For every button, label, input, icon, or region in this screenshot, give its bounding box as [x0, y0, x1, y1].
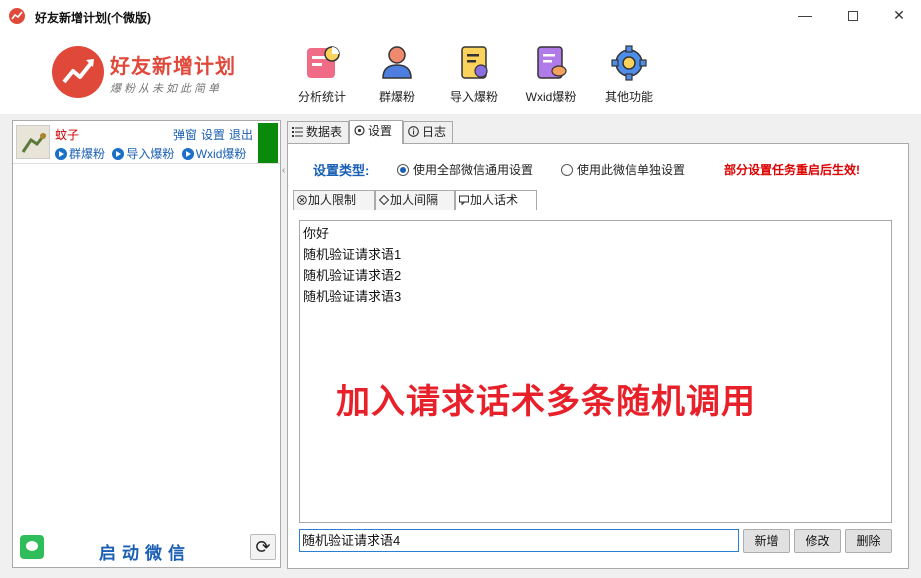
group-boost-link[interactable]: 群爆粉 [55, 145, 105, 162]
subtab-add-interval[interactable]: 加人间隔 [375, 190, 455, 210]
account-list-panel: 蚊子 弹窗 设置 退出 群爆粉 导入爆粉 Wxid爆粉 启动微信 ⟳ [12, 120, 281, 568]
refresh-icon: ⟳ [255, 537, 271, 557]
radio-use-global-settings[interactable]: 使用全部微信通用设置 [397, 161, 533, 178]
add-button[interactable]: 新增 [743, 529, 790, 553]
settings-icon [354, 122, 365, 136]
tab-data-table-label: 数据表 [306, 125, 343, 139]
tab-data-table[interactable]: 数据表 [287, 121, 349, 143]
subtab-add-script[interactable]: 加人话术 [455, 190, 537, 210]
list-item[interactable]: 你好 [303, 223, 888, 244]
tool-analytics-label: 分析统计 [297, 90, 346, 104]
tool-import-boost-label: 导入爆粉 [449, 90, 498, 104]
import-boost-link[interactable]: 导入爆粉 [112, 145, 174, 162]
tool-import-boost[interactable]: 导入爆粉 [439, 44, 509, 105]
group-boost-link-label: 群爆粉 [69, 147, 106, 161]
minimize-button[interactable]: — [782, 0, 828, 32]
list-item[interactable]: 随机验证请求语1 [303, 244, 888, 265]
setting-type-label: 设置类型: [313, 163, 370, 178]
account-boost-links: 群爆粉 导入爆粉 Wxid爆粉 [55, 145, 250, 162]
wxid-boost-link[interactable]: Wxid爆粉 [181, 145, 247, 162]
maximize-icon [848, 11, 858, 22]
chart-doc-icon [302, 44, 342, 82]
title-bar: 好友新增计划(个微版) — ✕ [0, 0, 921, 32]
subtab-add-limit[interactable]: 加人限制 [293, 190, 375, 210]
account-name: 蚊子 [55, 128, 80, 142]
close-circle-icon [297, 195, 307, 205]
overlay-caption: 加入请求话术多条随机调用 [336, 383, 756, 421]
tool-other-functions-label: 其他功能 [604, 90, 653, 104]
tool-group-boost[interactable]: 群爆粉 [362, 44, 432, 105]
brand-title: 好友新增计划 [110, 56, 236, 78]
list-icon [292, 123, 303, 137]
wxid-boost-link-label: Wxid爆粉 [195, 147, 247, 161]
subtab-add-script-label: 加人话术 [470, 193, 519, 207]
avatar [16, 125, 50, 159]
list-item[interactable]: 随机验证请求语2 [303, 265, 888, 286]
radio-use-individual-settings[interactable]: 使用此微信单独设置 [561, 161, 685, 178]
play-icon [55, 148, 67, 160]
delete-button[interactable]: 删除 [845, 529, 892, 553]
brand-slogan: 爆粉从未如此简单 [110, 83, 222, 95]
greeting-messages-list[interactable]: 你好 随机验证请求语1 随机验证请求语2 随机验证请求语3 加入请求话术多条随机… [299, 220, 892, 523]
account-row[interactable]: 蚊子 弹窗 设置 退出 群爆粉 导入爆粉 Wxid爆粉 [13, 121, 280, 164]
radio-use-global-settings-label: 使用全部微信通用设置 [413, 163, 534, 177]
subtab-add-interval-label: 加人间隔 [390, 193, 439, 207]
start-wechat-button[interactable]: 启动微信 [99, 539, 191, 564]
logout-link[interactable]: 退出 [229, 128, 253, 142]
radio-circle-checked [397, 164, 409, 176]
refresh-button[interactable]: ⟳ [250, 534, 276, 560]
user-icon [377, 44, 417, 82]
tool-analytics[interactable]: 分析统计 [287, 44, 357, 105]
play-icon [181, 148, 194, 160]
app-logo-icon [9, 8, 25, 24]
settings-link[interactable]: 设置 [201, 128, 225, 142]
message-icon [459, 195, 469, 205]
play-icon [112, 148, 125, 160]
list-item[interactable]: 随机验证请求语3 [303, 286, 888, 307]
import-boost-link-label: 导入爆粉 [126, 147, 175, 161]
tab-log-label: 日志 [422, 125, 447, 139]
tool-wxid-boost[interactable]: Wxid爆粉 [516, 44, 586, 105]
tab-settings[interactable]: 设置 [349, 120, 403, 144]
import-doc-icon [454, 44, 494, 82]
restart-warning: 部分设置任务重启后生效! [724, 163, 860, 177]
brand-logo-icon [52, 46, 104, 98]
subtab-add-limit-label: 加人限制 [308, 193, 357, 207]
account-actions: 弹窗 设置 退出 [173, 126, 257, 143]
tool-group-boost-label: 群爆粉 [378, 90, 415, 104]
settings-panel: 设置类型: 使用全部微信通用设置 使用此微信单独设置 部分设置任务重启后生效! … [287, 143, 909, 569]
tab-settings-label: 设置 [368, 124, 393, 138]
chat-doc-icon [531, 44, 571, 82]
info-icon [408, 123, 419, 137]
header-toolbar: 好友新增计划 爆粉从未如此简单 分析统计 群爆粉 导入爆粉 Wxid爆粉 其他功… [0, 32, 921, 114]
gear-icon [609, 44, 649, 82]
popup-link[interactable]: 弹窗 [173, 128, 197, 142]
online-status-indicator [258, 123, 278, 163]
tool-other-functions[interactable]: 其他功能 [594, 44, 664, 105]
radio-circle [561, 164, 573, 176]
diamond-icon [379, 195, 389, 205]
maximize-button[interactable] [830, 0, 876, 32]
radio-use-individual-settings-label: 使用此微信单独设置 [577, 163, 686, 177]
tool-wxid-boost-label: Wxid爆粉 [525, 90, 577, 104]
window-title: 好友新增计划(个微版) [35, 11, 151, 25]
close-button[interactable]: ✕ [876, 0, 921, 32]
wechat-icon[interactable] [20, 535, 44, 559]
greeting-input[interactable]: 随机验证请求语4 [299, 529, 739, 552]
edit-button[interactable]: 修改 [794, 529, 841, 553]
tab-log[interactable]: 日志 [403, 121, 453, 143]
